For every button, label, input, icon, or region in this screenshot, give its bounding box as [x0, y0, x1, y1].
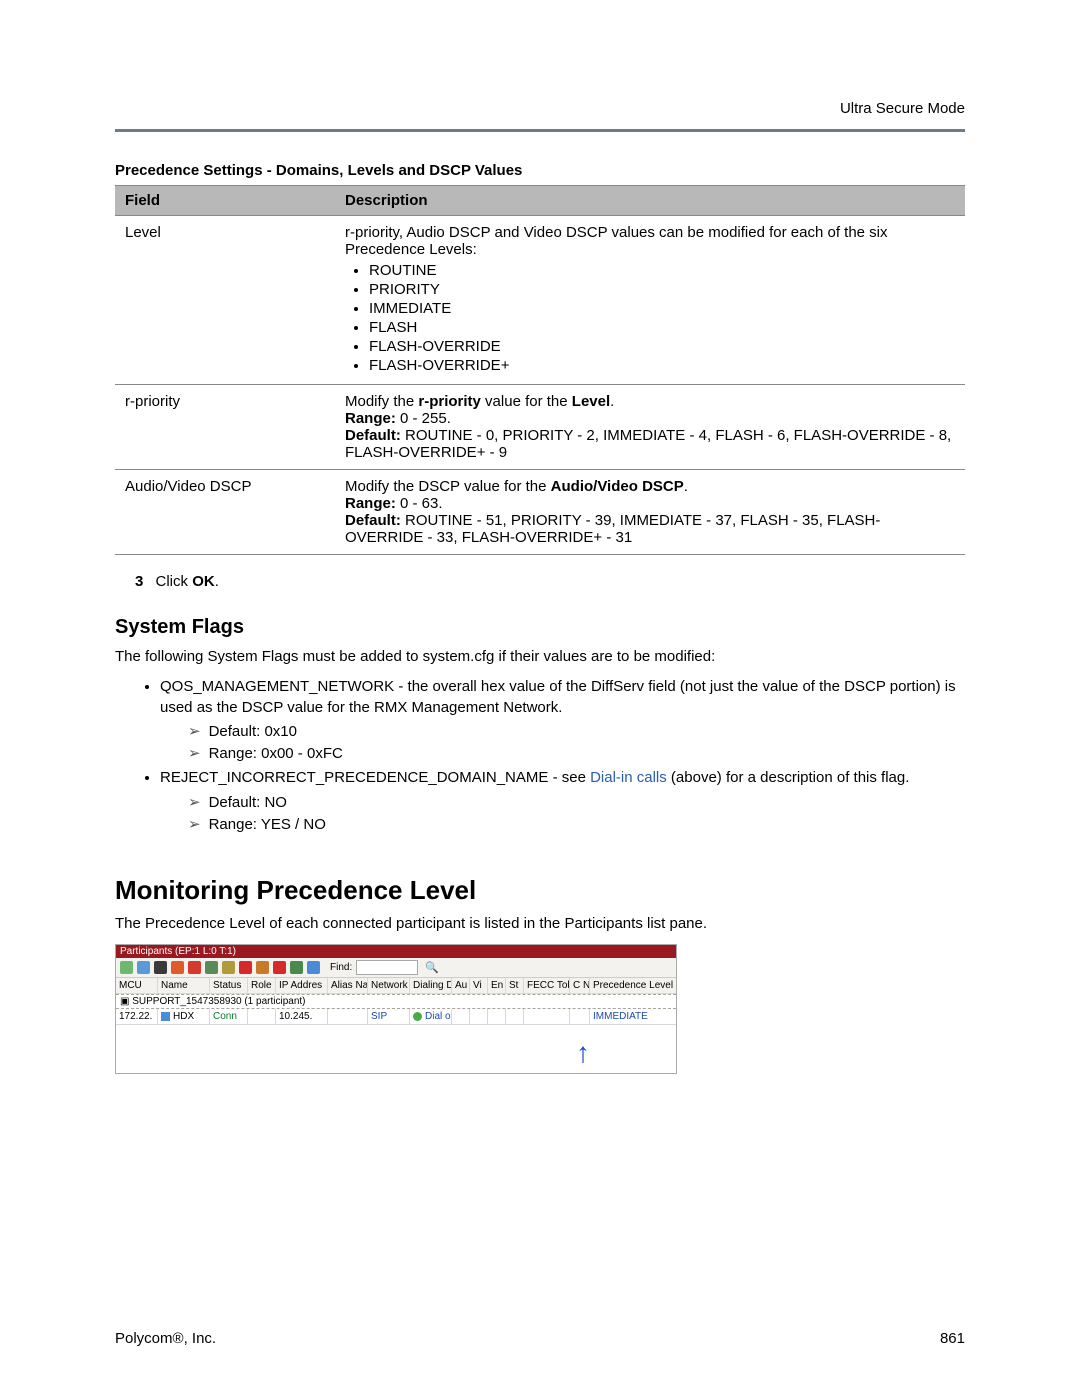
- th-field: Field: [115, 186, 335, 216]
- table-row: Level r-priority, Audio DSCP and Video D…: [115, 216, 965, 385]
- cell-desc: r-priority, Audio DSCP and Video DSCP va…: [335, 216, 965, 385]
- pane-columns: MCU Name Status Role IP Addres Alias Na …: [116, 978, 676, 994]
- table-row[interactable]: 172.22. HDX Conn 10.245. SIP Dial o IMME…: [116, 1009, 676, 1025]
- table-row: Audio/Video DSCP Modify the DSCP value f…: [115, 470, 965, 555]
- group-row[interactable]: ▣ SUPPORT_1547358930 (1 participant): [116, 994, 676, 1009]
- cell-alias: [328, 1009, 368, 1024]
- table-row: r-priority Modify the r-priority value f…: [115, 385, 965, 470]
- directory-icon[interactable]: [256, 961, 269, 974]
- cell-encrypt: [488, 1009, 506, 1024]
- col-encrypt[interactable]: En: [488, 978, 506, 993]
- cell-precedence: IMMEDIATE: [590, 1009, 675, 1024]
- col-video[interactable]: Vi: [470, 978, 488, 993]
- flags-list: QOS_MANAGEMENT_NETWORK - the overall hex…: [115, 677, 965, 835]
- cell-ip: 10.245.: [276, 1009, 328, 1024]
- list-item: Default: 0x10: [188, 722, 965, 742]
- list-item: Default: NO: [188, 793, 965, 813]
- page-header-right: Ultra Secure Mode: [115, 100, 965, 117]
- find-input[interactable]: [356, 960, 418, 975]
- view-icon[interactable]: [154, 961, 167, 974]
- step-number: 3: [135, 573, 143, 590]
- delete-icon[interactable]: [188, 961, 201, 974]
- footer-page: 861: [940, 1330, 965, 1347]
- list-item: FLASH-OVERRIDE+: [369, 357, 955, 374]
- cell-desc: Modify the DSCP value for the Audio/Vide…: [335, 470, 965, 555]
- cell-dialing: Dial o: [410, 1009, 452, 1024]
- list-item: Range: YES / NO: [188, 815, 965, 835]
- col-status[interactable]: Status: [210, 978, 248, 993]
- list-item: IMMEDIATE: [369, 300, 955, 317]
- col-name[interactable]: Name: [158, 978, 210, 993]
- cell-network: SIP: [368, 1009, 410, 1024]
- cell-field: r-priority: [115, 385, 335, 470]
- cell-st: [506, 1009, 524, 1024]
- pane-title: Participants (EP:1 L:0 T:1): [116, 945, 676, 958]
- add-participant-icon[interactable]: [120, 961, 133, 974]
- star-icon[interactable]: [171, 961, 184, 974]
- cell-field: Level: [115, 216, 335, 385]
- footer-left: Polycom®, Inc.: [115, 1330, 216, 1347]
- cell-cn: [570, 1009, 590, 1024]
- collapse-icon[interactable]: ▣: [120, 996, 132, 1007]
- cell-name: HDX: [158, 1009, 210, 1024]
- cell-status: Conn: [210, 1009, 248, 1024]
- cell-desc: Modify the r-priority value for the Leve…: [335, 385, 965, 470]
- settings-table: Field Description Level r-priority, Audi…: [115, 185, 965, 555]
- find-label: Find:: [330, 962, 352, 973]
- cell-video: [470, 1009, 488, 1024]
- participants-pane: Participants (EP:1 L:0 T:1) Find: 🔍 MCU …: [115, 944, 677, 1074]
- th-desc: Description: [335, 186, 965, 216]
- list-item: FLASH: [369, 319, 955, 336]
- list-item: PRIORITY: [369, 281, 955, 298]
- cell-mcu: 172.22.: [116, 1009, 158, 1024]
- mute-icon[interactable]: [273, 961, 286, 974]
- cell-field: Audio/Video DSCP: [115, 470, 335, 555]
- col-alias[interactable]: Alias Na: [328, 978, 368, 993]
- col-role[interactable]: Role: [248, 978, 276, 993]
- heading-monitoring: Monitoring Precedence Level: [115, 875, 965, 906]
- header-rule: [115, 129, 965, 132]
- step-3: 3 Click OK.: [135, 573, 965, 590]
- cell-audio: [452, 1009, 470, 1024]
- col-network[interactable]: Network: [368, 978, 410, 993]
- col-audio[interactable]: Au: [452, 978, 470, 993]
- flags-intro: The following System Flags must be added…: [115, 647, 965, 667]
- promote-icon[interactable]: [205, 961, 218, 974]
- monitor-intro: The Precedence Level of each connected p…: [115, 914, 965, 934]
- connect-icon[interactable]: [307, 961, 320, 974]
- col-fecc[interactable]: FECC Tok: [524, 978, 570, 993]
- level-intro: r-priority, Audio DSCP and Video DSCP va…: [345, 224, 888, 258]
- cell-role: [248, 1009, 276, 1024]
- list-item: Range: 0x00 - 0xFC: [188, 744, 965, 764]
- list-item: ROUTINE: [369, 262, 955, 279]
- record-icon[interactable]: [239, 961, 252, 974]
- tool-icon[interactable]: [137, 961, 150, 974]
- dial-in-calls-link[interactable]: Dial-in calls: [590, 769, 667, 786]
- col-dialing[interactable]: Dialing Di: [410, 978, 452, 993]
- col-st[interactable]: St: [506, 978, 524, 993]
- search-icon[interactable]: 🔍: [425, 961, 439, 974]
- col-mcu[interactable]: MCU: [116, 978, 158, 993]
- pane-body: [116, 1025, 676, 1073]
- col-ip[interactable]: IP Addres: [276, 978, 328, 993]
- heading-system-flags: System Flags: [115, 616, 965, 639]
- pane-toolbar: Find: 🔍: [116, 958, 676, 978]
- move-icon[interactable]: [290, 961, 303, 974]
- col-precedence[interactable]: Precedence Level: [590, 978, 675, 993]
- col-cn[interactable]: C N: [570, 978, 590, 993]
- cell-fecc: [524, 1009, 570, 1024]
- list-item: REJECT_INCORRECT_PRECEDENCE_DOMAIN_NAME …: [160, 768, 965, 835]
- level-list: ROUTINE PRIORITY IMMEDIATE FLASH FLASH-O…: [345, 262, 955, 374]
- table-caption: Precedence Settings - Domains, Levels an…: [115, 162, 965, 179]
- demote-icon[interactable]: [222, 961, 235, 974]
- list-item: QOS_MANAGEMENT_NETWORK - the overall hex…: [160, 677, 965, 764]
- list-item: FLASH-OVERRIDE: [369, 338, 955, 355]
